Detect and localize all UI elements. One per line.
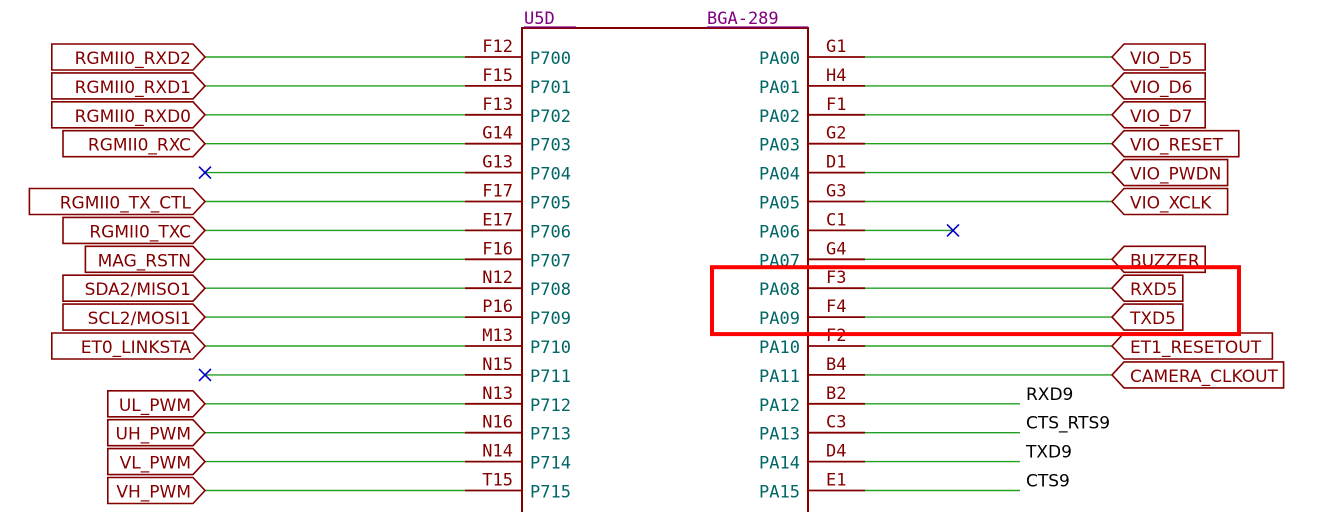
left-pin-15-number: T15 xyxy=(482,471,513,491)
left-pin-10-name: P710 xyxy=(530,338,571,358)
right-pin-2-net-name: VIO_D7 xyxy=(1130,107,1192,127)
right-pin-3-number: G2 xyxy=(826,124,846,144)
right-pin-9-name: PA09 xyxy=(759,309,800,329)
right-pin-9-number: F4 xyxy=(826,297,846,317)
left-pin-11-name: P711 xyxy=(530,367,571,387)
right-pin-8-net-name: RXD5 xyxy=(1130,280,1177,300)
right-pin-3-net-name: VIO_RESET xyxy=(1130,136,1224,156)
left-pin-13-net-name: UH_PWM xyxy=(116,425,191,445)
right-pin-15-name: PA15 xyxy=(759,483,800,503)
right-pin-13-number: C3 xyxy=(826,413,846,433)
left-pin-9-number: P16 xyxy=(482,297,513,317)
left-pin-5-net-name: RGMII0_TX_CTL xyxy=(60,194,192,214)
pin-text-layer: U5D BGA-289 F12 P700 RGMII0_RXD2 F15 P701 RGMII… xyxy=(60,9,1279,503)
left-pin-1-number: F15 xyxy=(482,66,513,86)
left-pin-15-net-name: VH_PWM xyxy=(116,483,191,503)
left-pin-10-number: M13 xyxy=(482,326,513,346)
right-pin-1-number: H4 xyxy=(826,66,846,86)
right-pin-5-net-name: VIO_XCLK xyxy=(1130,194,1212,214)
net-label-layer xyxy=(28,43,1285,505)
right-pin-15-number: E1 xyxy=(826,471,846,491)
left-pin-0-number: F12 xyxy=(482,37,513,57)
right-pin-12-number: B2 xyxy=(826,384,846,404)
left-pin-12-name: P712 xyxy=(530,396,571,416)
right-pin-12-net-text: RXD9 xyxy=(1026,385,1073,405)
left-pin-15-name: P715 xyxy=(530,483,571,503)
left-pin-7-number: F16 xyxy=(482,239,513,259)
left-pin-4-name: P704 xyxy=(530,165,571,185)
right-pin-12-name: PA12 xyxy=(759,396,800,416)
left-pin-1-net-name: RGMII0_RXD1 xyxy=(75,78,191,98)
right-pin-6-name: PA06 xyxy=(759,222,800,242)
left-pin-14-name: P714 xyxy=(530,454,571,474)
right-pin-10-name: PA10 xyxy=(759,338,800,358)
left-pin-7-name: P707 xyxy=(530,251,571,271)
right-pin-4-number: D1 xyxy=(826,153,846,173)
right-pin-0-name: PA00 xyxy=(759,49,800,69)
left-pin-5-name: P705 xyxy=(530,194,571,214)
right-pin-13-net-text: CTS_RTS9 xyxy=(1026,414,1110,434)
right-pin-0-net-name: VIO_D5 xyxy=(1130,49,1192,69)
right-pin-5-name: PA05 xyxy=(759,194,800,214)
left-pin-8-net-name: SDA2/MISO1 xyxy=(85,280,191,300)
right-pin-6-number: C1 xyxy=(826,210,846,230)
schematic-sheet: U5D BGA-289 F12 P700 RGMII0_RXD2 F15 P701 RGMII… xyxy=(28,9,1285,512)
right-pin-10-net-name: ET1_RESETOUT xyxy=(1130,338,1262,358)
left-pin-5-number: F17 xyxy=(482,182,513,202)
left-pin-9-name: P709 xyxy=(530,309,571,329)
left-pin-10-net-name: ET0_LINKSTA xyxy=(81,338,192,358)
right-pin-9-net-name: TXD5 xyxy=(1129,309,1176,329)
left-pin-3-number: G14 xyxy=(482,124,513,144)
left-pin-0-name: P700 xyxy=(530,49,571,69)
right-pin-11-net-name: CAMERA_CLKOUT xyxy=(1130,367,1279,387)
right-pin-8-name: PA08 xyxy=(759,280,800,300)
left-pin-12-net-name: UL_PWM xyxy=(119,396,191,416)
left-pin-6-net-name: RGMII0_TXC xyxy=(89,222,191,242)
left-pin-3-net-name: RGMII0_RXC xyxy=(88,136,191,156)
right-pin-4-name: PA04 xyxy=(759,165,800,185)
left-pin-11-number: N15 xyxy=(482,355,513,375)
left-pin-2-name: P702 xyxy=(530,107,571,127)
left-pin-14-net-name: VL_PWM xyxy=(120,454,191,474)
right-pin-1-net-name: VIO_D6 xyxy=(1130,78,1192,98)
right-pin-7-number: G4 xyxy=(826,239,846,259)
right-pin-13-name: PA13 xyxy=(759,425,800,445)
left-pin-12-number: N13 xyxy=(482,384,513,404)
right-pin-15-net-text: CTS9 xyxy=(1026,472,1070,492)
left-pin-8-name: P708 xyxy=(530,280,571,300)
left-pin-7-net-name: MAG_RSTN xyxy=(98,251,191,271)
right-pin-5-number: G3 xyxy=(826,182,846,202)
right-pin-2-number: F1 xyxy=(826,95,846,115)
left-pin-14-number: N14 xyxy=(482,442,513,462)
right-pin-14-net-text: TXD9 xyxy=(1025,443,1072,463)
left-pin-0-net-name: RGMII0_RXD2 xyxy=(75,49,191,69)
right-pin-14-name: PA14 xyxy=(759,454,800,474)
component-package: BGA-289 xyxy=(707,9,779,29)
right-pin-2-name: PA02 xyxy=(759,107,800,127)
component-reference: U5D xyxy=(524,9,555,29)
right-pin-1-name: PA01 xyxy=(759,78,800,98)
left-pin-6-name: P706 xyxy=(530,222,571,242)
left-pin-13-number: N16 xyxy=(482,413,513,433)
left-pin-1-name: P701 xyxy=(530,78,571,98)
right-pin-4-net-name: VIO_PWDN xyxy=(1130,165,1221,185)
left-pin-9-net-name: SCL2/MOSI1 xyxy=(88,309,191,329)
right-pin-11-name: PA11 xyxy=(759,367,800,387)
left-pin-6-number: E17 xyxy=(482,210,513,230)
left-pin-4-number: G13 xyxy=(482,153,513,173)
left-pin-8-number: N12 xyxy=(482,268,513,288)
left-pin-3-name: P703 xyxy=(530,136,571,156)
right-pin-14-number: D4 xyxy=(826,442,846,462)
right-pin-8-number: F3 xyxy=(826,268,846,288)
left-pin-2-net-name: RGMII0_RXD0 xyxy=(75,107,191,127)
right-pin-11-number: B4 xyxy=(826,355,846,375)
wire-layer xyxy=(198,56,1112,492)
right-pin-3-name: PA03 xyxy=(759,136,800,156)
left-pin-13-name: P713 xyxy=(530,425,571,445)
left-pin-2-number: F13 xyxy=(482,95,513,115)
right-pin-0-number: G1 xyxy=(826,37,846,57)
